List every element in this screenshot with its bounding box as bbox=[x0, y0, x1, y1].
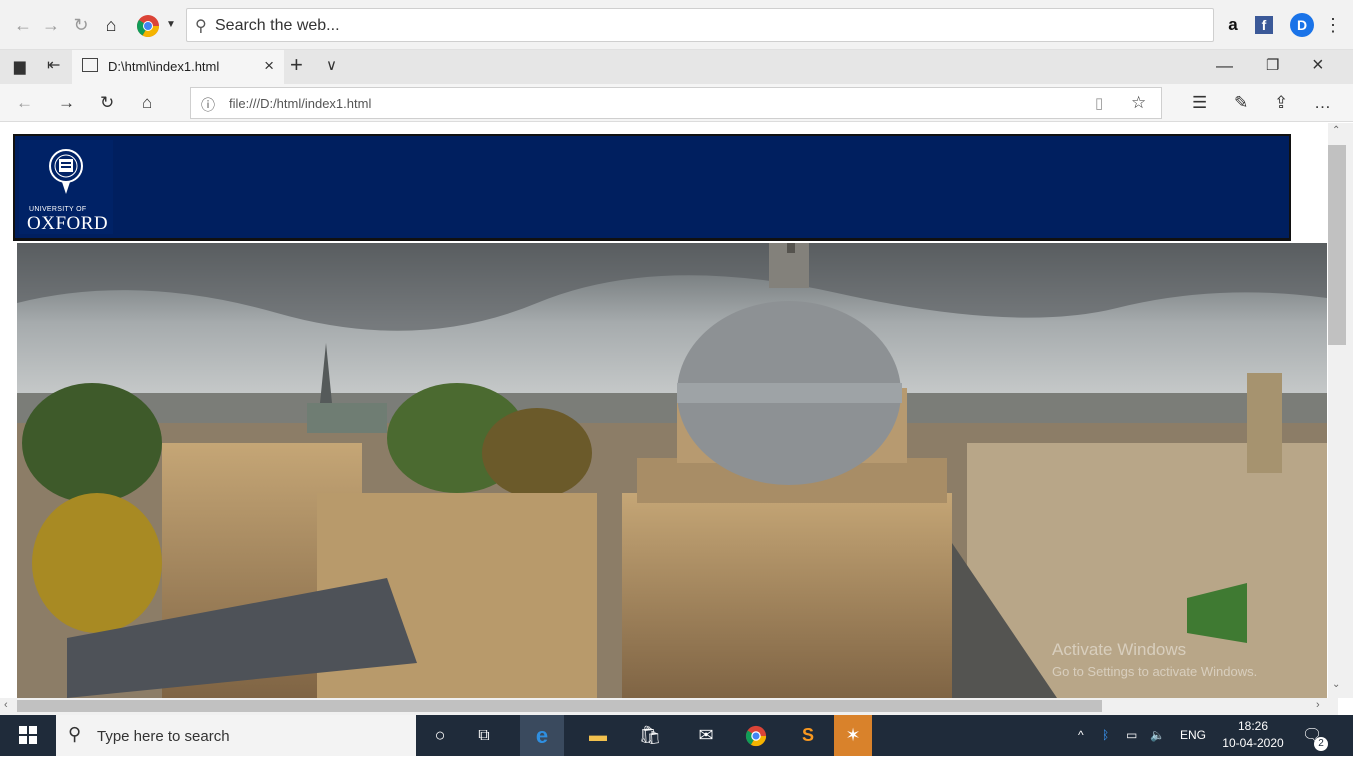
vertical-scroll-thumb[interactable] bbox=[1328, 145, 1346, 345]
horizontal-scroll-thumb[interactable] bbox=[17, 700, 1102, 712]
close-tab-icon[interactable]: × bbox=[264, 56, 274, 76]
notification-badge: 2 bbox=[1314, 737, 1328, 751]
tab-preview-icon[interactable]: ▆ bbox=[14, 57, 26, 77]
hero-image bbox=[17, 243, 1327, 698]
chevron-down-icon[interactable]: ∨ bbox=[326, 56, 337, 76]
url-text: file:///D:/html/index1.html bbox=[229, 96, 372, 111]
windows-start-icon[interactable] bbox=[6, 715, 50, 756]
tab-strip: ▆ ⇤ D:\html\index1.html × + ∨ — ❐ × bbox=[0, 50, 1353, 84]
search-icon: ⚲ bbox=[195, 18, 207, 35]
vertical-scrollbar[interactable]: ⌃ ⌄ bbox=[1328, 123, 1353, 698]
store-icon[interactable]: 🛍 bbox=[628, 715, 672, 756]
scroll-left-icon[interactable]: ‹ bbox=[4, 699, 8, 711]
pen-icon[interactable]: ✎ bbox=[1234, 93, 1248, 113]
tab-title: D:\html\index1.html bbox=[108, 59, 220, 74]
refresh-icon[interactable]: ↻ bbox=[70, 14, 92, 36]
scroll-up-icon[interactable]: ⌃ bbox=[1332, 125, 1340, 136]
oxford-logo[interactable]: UNIVERSITY OF OXFORD bbox=[19, 140, 113, 234]
site-header: UNIVERSITY OF OXFORD bbox=[13, 134, 1291, 241]
search-icon: ⚲ bbox=[68, 724, 82, 744]
clock-time: 18:26 bbox=[1237, 719, 1269, 733]
new-tab-icon[interactable]: + bbox=[290, 54, 303, 76]
search-placeholder: Search the web... bbox=[215, 17, 340, 34]
app-star-icon[interactable]: ✶ bbox=[834, 715, 872, 756]
reading-view-icon[interactable]: ▯ bbox=[1095, 94, 1103, 112]
logo-oxford-text: OXFORD bbox=[27, 213, 109, 234]
back-icon[interactable]: ← bbox=[16, 93, 33, 113]
battery-icon[interactable]: ▭ bbox=[1126, 728, 1137, 742]
info-icon[interactable]: ⓘ bbox=[201, 95, 215, 115]
forward-icon[interactable]: → bbox=[40, 14, 62, 36]
chrome-taskbar-icon[interactable] bbox=[734, 715, 778, 756]
minimize-icon[interactable]: — bbox=[1216, 56, 1233, 76]
home-icon[interactable]: ⌂ bbox=[100, 14, 122, 36]
amazon-icon[interactable]: a bbox=[1222, 14, 1244, 36]
search-toolbar: ← → ↻ ⌂ ▼ ⚲ Search the web... a f D ⋮ bbox=[0, 0, 1353, 50]
cortana-icon[interactable]: ○ bbox=[418, 715, 462, 756]
address-toolbar: ← → ↻ ⌂ ⓘ file:///D:/html/index1.html ▯ … bbox=[0, 84, 1353, 122]
more-icon[interactable]: … bbox=[1314, 93, 1331, 113]
chevron-down-icon[interactable]: ▼ bbox=[160, 14, 182, 36]
horizontal-scrollbar[interactable]: ‹ › bbox=[0, 698, 1338, 715]
refresh-icon[interactable]: ↻ bbox=[100, 93, 114, 113]
chrome-icon[interactable] bbox=[136, 14, 159, 37]
oxford-crest-icon bbox=[49, 149, 83, 194]
tab-index1[interactable]: D:\html\index1.html × bbox=[72, 50, 284, 84]
bluetooth-icon[interactable]: ᛒ bbox=[1102, 728, 1109, 742]
extension-icon[interactable]: D bbox=[1290, 13, 1314, 37]
activate-windows-subtitle: Go to Settings to activate Windows. bbox=[1052, 664, 1258, 679]
task-view-icon[interactable]: ⧉ bbox=[462, 715, 506, 756]
clock-date: 10-04-2020 bbox=[1222, 736, 1284, 750]
file-explorer-icon[interactable]: ▬ bbox=[576, 715, 620, 756]
taskbar: ⚲ Type here to search ○ ⧉ e ▬ 🛍 ✉ S ✶ ^ … bbox=[0, 715, 1353, 756]
mail-icon[interactable]: ✉ bbox=[684, 715, 728, 756]
taskbar-search-input[interactable]: ⚲ Type here to search bbox=[56, 715, 416, 756]
language-indicator[interactable]: ENG bbox=[1180, 728, 1206, 742]
page-icon bbox=[82, 58, 98, 72]
sublime-text-icon[interactable]: S bbox=[786, 715, 830, 756]
facebook-icon[interactable]: f bbox=[1255, 16, 1273, 34]
volume-icon[interactable]: 🔈 bbox=[1150, 728, 1165, 742]
logo-university-text: UNIVERSITY OF bbox=[29, 206, 87, 213]
share-icon[interactable]: ⇪ bbox=[1274, 93, 1288, 113]
address-bar[interactable]: ⓘ file:///D:/html/index1.html ▯ ☆ bbox=[190, 87, 1162, 119]
close-window-icon[interactable]: × bbox=[1312, 55, 1324, 75]
back-icon[interactable]: ← bbox=[12, 14, 34, 36]
edge-icon[interactable]: e bbox=[520, 715, 564, 756]
scroll-right-icon[interactable]: › bbox=[1316, 699, 1320, 711]
activate-windows-title: Activate Windows bbox=[1052, 640, 1187, 659]
menu-dots-icon[interactable]: ⋮ bbox=[1322, 14, 1344, 36]
clock[interactable]: 18:26 10-04-2020 bbox=[1220, 719, 1286, 750]
page-viewport: UNIVERSITY OF OXFORD Activate Windows Go… bbox=[0, 123, 1338, 698]
favorites-list-icon[interactable]: ☰ bbox=[1192, 93, 1207, 113]
web-search-input[interactable]: ⚲ Search the web... bbox=[186, 8, 1214, 42]
home-icon[interactable]: ⌂ bbox=[142, 93, 152, 113]
favorite-star-icon[interactable]: ☆ bbox=[1131, 93, 1146, 113]
restore-icon[interactable]: ❐ bbox=[1266, 56, 1279, 76]
taskbar-search-placeholder: Type here to search bbox=[97, 728, 230, 745]
tabs-aside-icon[interactable]: ⇤ bbox=[47, 56, 60, 76]
forward-icon[interactable]: → bbox=[58, 93, 75, 113]
scroll-down-icon[interactable]: ⌄ bbox=[1332, 679, 1340, 690]
show-hidden-icons[interactable]: ^ bbox=[1078, 728, 1084, 742]
